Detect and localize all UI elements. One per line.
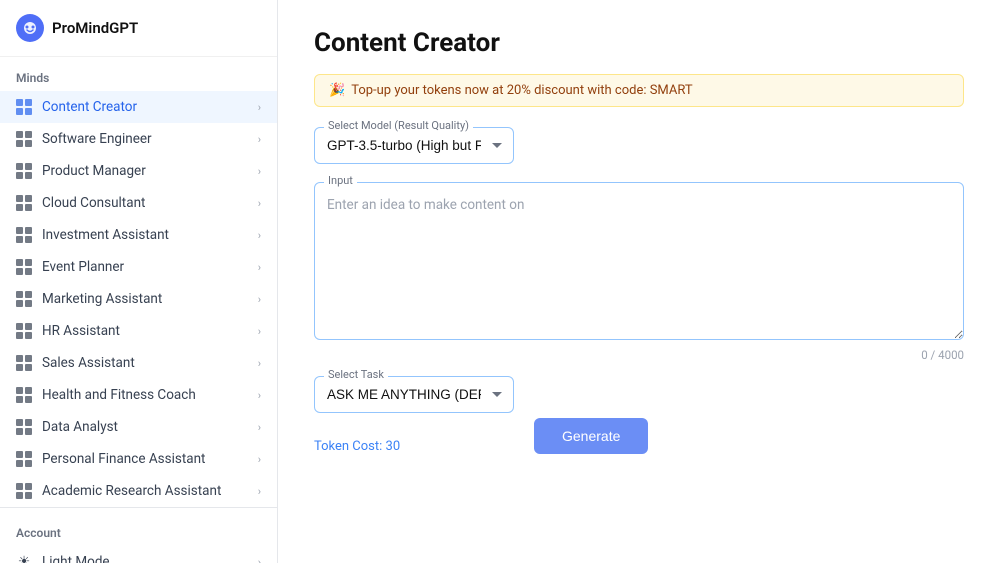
- task-select[interactable]: ASK ME ANYTHING (DEFAULT)Blog PostSocial…: [314, 376, 514, 413]
- sidebar-item-label: Investment Assistant: [42, 227, 248, 243]
- chevron-right-icon: ›: [258, 389, 261, 402]
- sidebar-item[interactable]: Product Manager ›: [0, 155, 277, 187]
- chevron-right-icon: ›: [258, 133, 261, 146]
- sidebar-item[interactable]: Investment Assistant ›: [0, 219, 277, 251]
- sidebar-item-label: HR Assistant: [42, 323, 248, 339]
- sidebar-item-label: Personal Finance Assistant: [42, 451, 248, 467]
- grid-icon: [16, 451, 32, 467]
- account-label: Account: [0, 512, 277, 546]
- char-count: 0 / 4000: [314, 348, 964, 362]
- model-field-group: Select Model (Result Quality) GPT-3.5-tu…: [314, 127, 514, 164]
- sidebar-item[interactable]: Personal Finance Assistant ›: [0, 443, 277, 475]
- chevron-right-icon: ›: [258, 357, 261, 370]
- grid-icon: [16, 291, 32, 307]
- minds-section: Minds Content Creator › Software Enginee…: [0, 57, 277, 507]
- sidebar-item-label: Product Manager: [42, 163, 248, 179]
- sidebar-item[interactable]: Marketing Assistant ›: [0, 283, 277, 315]
- input-field-group: Input: [314, 182, 964, 344]
- sidebar-item[interactable]: Sales Assistant ›: [0, 347, 277, 379]
- bottom-controls: Select Task ASK ME ANYTHING (DEFAULT)Blo…: [314, 376, 964, 454]
- model-select[interactable]: GPT-3.5-turbo (High but Fast)GPT-4 (Best…: [314, 127, 514, 164]
- grid-icon: [16, 355, 32, 371]
- sidebar-item[interactable]: Cloud Consultant ›: [0, 187, 277, 219]
- grid-icon: [16, 387, 32, 403]
- chevron-right-icon: ›: [258, 453, 261, 466]
- grid-icon: [16, 259, 32, 275]
- sidebar-item-label: Event Planner: [42, 259, 248, 275]
- chevron-right-icon: ›: [258, 261, 261, 274]
- chevron-right-icon: ›: [258, 101, 261, 114]
- sidebar-item-label: Academic Research Assistant: [42, 483, 248, 499]
- grid-icon: [16, 227, 32, 243]
- content-input[interactable]: [314, 182, 964, 340]
- generate-button[interactable]: Generate: [534, 418, 648, 454]
- sidebar-item-label: Data Analyst: [42, 419, 248, 435]
- chevron-right-icon: ›: [258, 485, 261, 498]
- grid-icon: [16, 195, 32, 211]
- account-item[interactable]: ☀ Light Mode ›: [0, 546, 277, 563]
- sidebar-item[interactable]: Event Planner ›: [0, 251, 277, 283]
- input-label: Input: [324, 174, 357, 187]
- page-title: Content Creator: [314, 28, 964, 58]
- minds-list: Content Creator › Software Engineer › Pr…: [0, 91, 277, 507]
- task-field-label: Select Task: [324, 368, 388, 381]
- sidebar-item-label: Content Creator: [42, 99, 248, 115]
- chevron-right-icon: ›: [258, 229, 261, 242]
- sidebar-item[interactable]: Content Creator ›: [0, 91, 277, 123]
- sidebar-item-label: Marketing Assistant: [42, 291, 248, 307]
- sidebar: ProMindGPT Minds Content Creator › Softw…: [0, 0, 278, 563]
- main-content: Content Creator 🎉 Top-up your tokens now…: [278, 0, 1000, 563]
- token-cost: Token Cost: 30: [314, 439, 514, 454]
- sidebar-item[interactable]: HR Assistant ›: [0, 315, 277, 347]
- sun-icon: ☀: [16, 554, 32, 563]
- chevron-right-icon: ›: [258, 165, 261, 178]
- promo-emoji: 🎉: [329, 83, 345, 98]
- sidebar-item[interactable]: Software Engineer ›: [0, 123, 277, 155]
- sidebar-item[interactable]: Academic Research Assistant ›: [0, 475, 277, 507]
- sidebar-item-label: Software Engineer: [42, 131, 248, 147]
- model-field-label: Select Model (Result Quality): [324, 119, 473, 132]
- grid-icon: [16, 323, 32, 339]
- sidebar-item[interactable]: Data Analyst ›: [0, 411, 277, 443]
- chevron-right-icon: ›: [258, 556, 261, 563]
- grid-icon: [16, 99, 32, 115]
- grid-icon: [16, 163, 32, 179]
- promo-text: Top-up your tokens now at 20% discount w…: [351, 83, 692, 98]
- promo-banner: 🎉 Top-up your tokens now at 20% discount…: [314, 74, 964, 107]
- logo-icon: [16, 14, 44, 42]
- task-field-group: Select Task ASK ME ANYTHING (DEFAULT)Blo…: [314, 376, 514, 413]
- account-list: ☀ Light Mode › ? Get Help › 👤 Signup / L…: [0, 546, 277, 563]
- grid-icon: [16, 419, 32, 435]
- account-section: Account ☀ Light Mode › ? Get Help › 👤 Si…: [0, 507, 277, 563]
- grid-icon: [16, 483, 32, 499]
- chevron-right-icon: ›: [258, 197, 261, 210]
- sidebar-item[interactable]: Health and Fitness Coach ›: [0, 379, 277, 411]
- sidebar-item-label: Sales Assistant: [42, 355, 248, 371]
- chevron-right-icon: ›: [258, 325, 261, 338]
- grid-icon: [16, 131, 32, 147]
- chevron-right-icon: ›: [258, 421, 261, 434]
- task-and-token: Select Task ASK ME ANYTHING (DEFAULT)Blo…: [314, 376, 514, 454]
- chevron-right-icon: ›: [258, 293, 261, 306]
- logo: ProMindGPT: [0, 0, 277, 57]
- sidebar-item-label: Cloud Consultant: [42, 195, 248, 211]
- account-item-label: Light Mode: [42, 554, 248, 563]
- minds-label: Minds: [0, 57, 277, 91]
- app-name: ProMindGPT: [52, 19, 138, 37]
- sidebar-item-label: Health and Fitness Coach: [42, 387, 248, 403]
